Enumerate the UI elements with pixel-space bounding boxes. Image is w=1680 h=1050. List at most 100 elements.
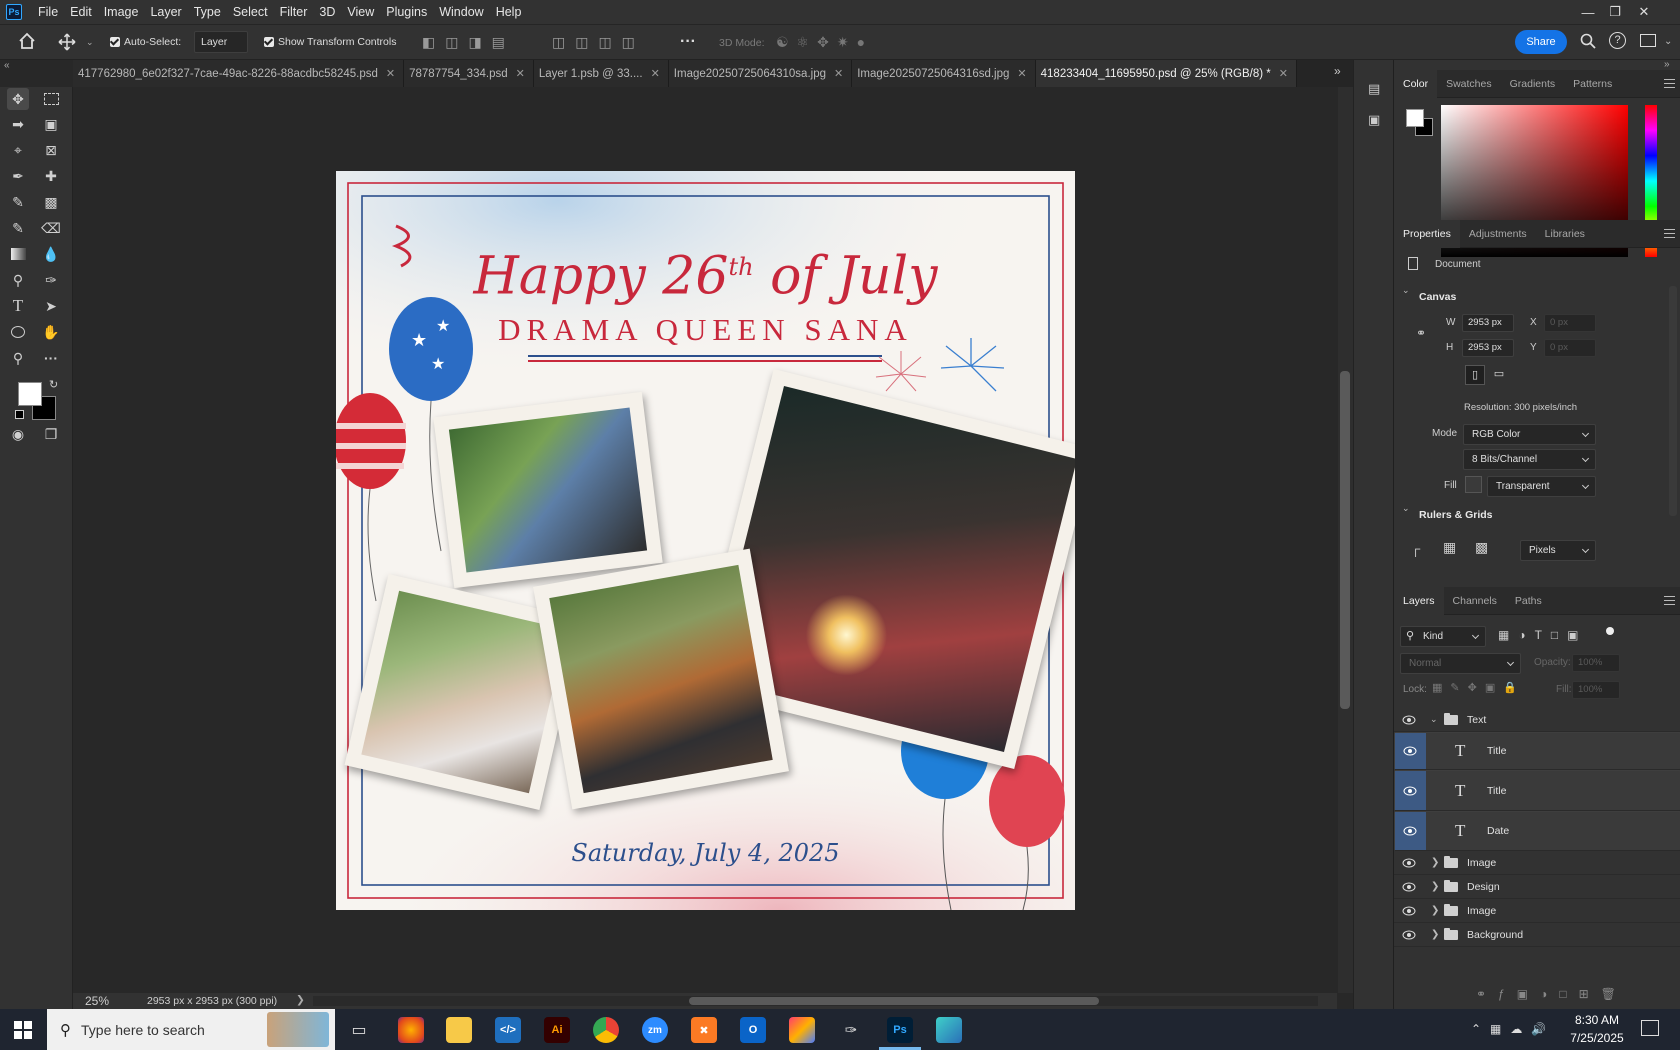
notifications-icon[interactable]: [1641, 1020, 1659, 1036]
close-tab-icon[interactable]: ✕: [1279, 61, 1288, 87]
gradient-tool-icon[interactable]: [7, 243, 29, 265]
taskbar-time[interactable]: 8:30 AM: [1567, 1013, 1627, 1027]
firefox-icon[interactable]: [398, 1017, 424, 1043]
zoom-tool-icon[interactable]: ⚲: [7, 347, 29, 369]
tab-document-5[interactable]: Image20250725064316sd.jpg ✕: [852, 60, 1036, 87]
show-transform-checkbox[interactable]: Show Transform Controls: [264, 36, 396, 48]
chevron-right-icon[interactable]: ❯: [1431, 905, 1439, 916]
layer-group-design[interactable]: ❯ Design: [1394, 875, 1680, 899]
canvas-collapse-icon[interactable]: ⌄: [1402, 285, 1410, 296]
collapse-panels-icon[interactable]: »: [1664, 59, 1670, 70]
more-options-icon[interactable]: ···: [680, 33, 696, 51]
menu-3d[interactable]: 3D: [313, 0, 341, 24]
photo-grill-man[interactable]: [433, 391, 663, 589]
creative-cloud-icon[interactable]: [789, 1017, 815, 1043]
eyedropper-tool-icon[interactable]: ✒: [7, 165, 29, 187]
dodge-tool-icon[interactable]: ⚲: [7, 269, 29, 291]
close-tab-icon[interactable]: ✕: [386, 61, 395, 87]
landscape-orientation-icon[interactable]: ▭: [1489, 365, 1509, 385]
history-panel-icon[interactable]: ▤: [1368, 81, 1380, 97]
fg-color-chip[interactable]: [1406, 109, 1424, 127]
help-icon[interactable]: ?: [1609, 32, 1626, 49]
tab-libraries[interactable]: Libraries: [1536, 220, 1594, 248]
tab-document-active[interactable]: 418233404_11695950.psd @ 25% (RGB/8) * ✕: [1035, 60, 1297, 87]
close-tab-icon[interactable]: ✕: [651, 61, 660, 87]
bit-depth-dropdown[interactable]: 8 Bits/Channel: [1463, 449, 1596, 470]
tab-gradients[interactable]: Gradients: [1501, 70, 1565, 98]
panel-menu-icon[interactable]: [1664, 229, 1675, 238]
chevron-down-icon[interactable]: ⌄: [86, 37, 94, 48]
file-explorer-icon[interactable]: [446, 1017, 472, 1043]
tab-document-4[interactable]: Image20250725064310sa.jpg ✕: [668, 60, 853, 87]
opacity-field[interactable]: 100%: [1572, 654, 1620, 672]
zoom-app-icon[interactable]: zm: [642, 1017, 668, 1043]
distribute-icons[interactable]: ◫◫◫◫: [552, 34, 645, 51]
visibility-eye-icon[interactable]: [1403, 784, 1417, 798]
healing-brush-tool-icon[interactable]: ✚: [40, 165, 62, 187]
taskbar-search-box[interactable]: ⚲ Type here to search: [47, 1009, 335, 1050]
tab-patterns[interactable]: Patterns: [1564, 70, 1621, 98]
menu-image[interactable]: Image: [98, 0, 145, 24]
layer-filter-icons[interactable]: ▦◑T□▣: [1498, 628, 1588, 642]
guides-icon[interactable]: ▩: [1475, 539, 1488, 556]
menu-select[interactable]: Select: [227, 0, 274, 24]
align-icons[interactable]: ◧◫◨▤: [422, 34, 515, 51]
taskbar-date[interactable]: 7/25/2025: [1567, 1031, 1627, 1045]
xampp-icon[interactable]: ✖: [691, 1017, 717, 1043]
move-tool-icon[interactable]: ✥: [7, 88, 29, 110]
fill-swatch[interactable]: [1465, 476, 1482, 493]
layer-group-text[interactable]: ⌄ Text: [1394, 708, 1680, 732]
comments-panel-icon[interactable]: ▣: [1368, 112, 1380, 128]
menu-filter[interactable]: Filter: [274, 0, 314, 24]
layer-date[interactable]: T Date: [1394, 811, 1680, 851]
outlook-icon[interactable]: O: [740, 1017, 766, 1043]
tab-document-2[interactable]: 78787754_334.psd ✕: [404, 60, 534, 87]
quick-mask-icon[interactable]: ◉: [7, 423, 29, 445]
history-brush-tool-icon[interactable]: ✎: [7, 217, 29, 239]
grid-icon[interactable]: ▦: [1443, 539, 1456, 556]
menu-type[interactable]: Type: [188, 0, 227, 24]
panel-menu-icon[interactable]: [1664, 79, 1675, 88]
object-select-tool-icon[interactable]: ▣: [40, 113, 62, 135]
vertical-scrollbar[interactable]: [1338, 87, 1353, 993]
chevron-right-icon[interactable]: ❯: [1431, 881, 1439, 892]
status-menu-icon[interactable]: ❯: [296, 994, 305, 1006]
photo-bbq-guitar[interactable]: [533, 548, 789, 810]
poster-date[interactable]: Saturday, July 4, 2025: [336, 839, 1075, 867]
eraser-tool-icon[interactable]: ⌫: [40, 217, 62, 239]
properties-scrollbar[interactable]: [1669, 286, 1677, 516]
tab-adjustments[interactable]: Adjustments: [1460, 220, 1536, 248]
poster-subtitle[interactable]: DRAMA QUEEN SANA: [336, 312, 1075, 348]
menu-help[interactable]: Help: [490, 0, 528, 24]
collapse-left-icon[interactable]: «: [4, 60, 10, 71]
home-icon[interactable]: [18, 32, 36, 53]
menu-view[interactable]: View: [341, 0, 380, 24]
height-field[interactable]: 2953 px: [1462, 339, 1514, 357]
chrome-icon[interactable]: [593, 1017, 619, 1043]
tab-properties[interactable]: Properties: [1394, 219, 1460, 248]
tab-paths[interactable]: Paths: [1506, 587, 1551, 615]
layer-group-background[interactable]: ❯ Background: [1394, 923, 1680, 947]
visibility-eye-icon[interactable]: [1402, 713, 1416, 727]
h-scroll-thumb[interactable]: [689, 997, 1099, 1005]
chevron-right-icon[interactable]: ❯: [1431, 929, 1439, 940]
portrait-orientation-icon[interactable]: ▯: [1465, 365, 1485, 385]
swap-colors-icon[interactable]: ↻: [49, 378, 58, 391]
windows-start-icon[interactable]: [14, 1021, 32, 1042]
illustrator-icon[interactable]: Ai: [544, 1017, 570, 1043]
lasso-tool-icon[interactable]: ➡: [7, 113, 29, 135]
x-field[interactable]: 0 px: [1544, 314, 1596, 332]
pen-tool-icon[interactable]: ✑: [40, 269, 62, 291]
3d-mode-icons[interactable]: ☯⚛✥✷●: [776, 34, 873, 51]
group-expanded-icon[interactable]: ⌄: [1430, 714, 1438, 725]
photoshop-taskbar-icon[interactable]: Ps: [887, 1017, 913, 1043]
layer-title-2[interactable]: T Title: [1394, 770, 1680, 811]
lock-icons[interactable]: ▦✎✥▣🔒: [1432, 681, 1525, 694]
task-view-icon[interactable]: ▭: [346, 1017, 372, 1043]
width-field[interactable]: 2953 px: [1462, 314, 1514, 332]
ruler-icon[interactable]: ┌: [1411, 541, 1420, 556]
more-tools-icon[interactable]: ···: [40, 347, 62, 369]
tab-color[interactable]: Color: [1394, 69, 1438, 98]
move-tool-icon[interactable]: [58, 33, 76, 54]
search-icon[interactable]: [1580, 33, 1596, 52]
